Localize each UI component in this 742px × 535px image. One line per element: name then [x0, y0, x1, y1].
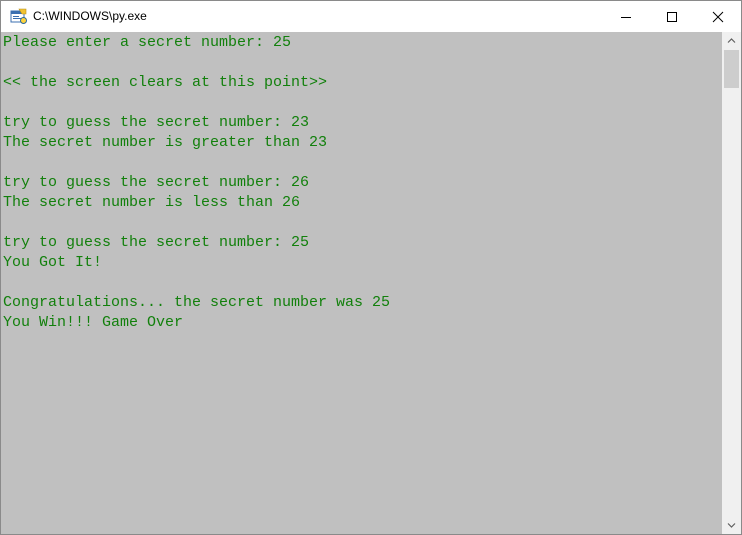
scroll-up-button[interactable] [722, 32, 741, 49]
console-line: The secret number is greater than 23 [3, 134, 328, 151]
console-output[interactable]: Please enter a secret number: 25 << the s… [1, 32, 722, 534]
console-text: Please enter a secret number: 25 << the s… [1, 32, 722, 333]
console-line: Please enter a secret number: 25 [3, 34, 292, 51]
console-line: try to guess the secret number: 25 [3, 234, 310, 251]
console-line: << the screen clears at this point>> [3, 74, 328, 91]
scroll-up-arrow-icon [727, 38, 736, 43]
console-line: You Win!!! Game Over [3, 314, 184, 331]
vertical-scrollbar[interactable] [722, 32, 741, 534]
minimize-icon [621, 17, 631, 18]
close-icon [712, 11, 724, 23]
scroll-down-button[interactable] [722, 517, 741, 534]
console-line: The secret number is less than 26 [3, 194, 301, 211]
maximize-button[interactable] [649, 1, 695, 32]
maximize-icon [667, 12, 677, 22]
console-line: Congratulations... the secret number was… [3, 294, 391, 311]
close-button[interactable] [695, 1, 741, 32]
window-title: C:\WINDOWS\py.exe [33, 9, 147, 23]
scroll-down-arrow-icon [727, 523, 736, 528]
console-line: You Got It! [3, 254, 103, 271]
console-line: try to guess the secret number: 26 [3, 174, 310, 191]
title-bar[interactable]: C:\WINDOWS\py.exe [1, 1, 741, 32]
console-line: try to guess the secret number: 23 [3, 114, 310, 131]
minimize-button[interactable] [603, 1, 649, 32]
python-launcher-icon [10, 8, 27, 25]
console-window: C:\WINDOWS\py.exe Please enter a secret … [0, 0, 742, 535]
scrollbar-thumb[interactable] [724, 50, 739, 88]
